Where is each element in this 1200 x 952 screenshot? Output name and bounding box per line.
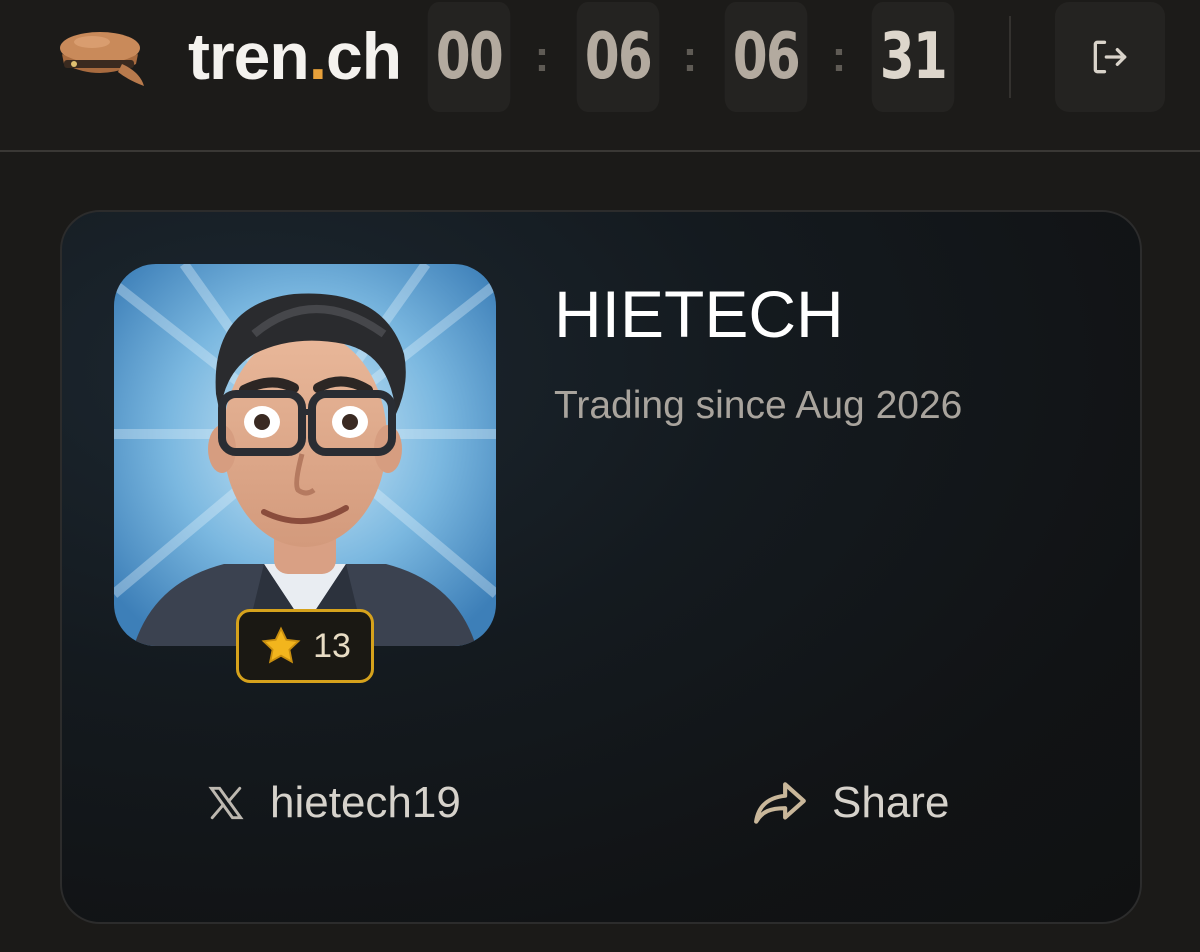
top-bar: tren.ch 00 : 06 : 06 : 31 (0, 0, 1200, 152)
x-profile-link[interactable]: hietech19 (204, 768, 461, 838)
logout-icon (1093, 40, 1127, 74)
timer-seconds: 31 (871, 2, 955, 112)
star-icon (261, 626, 301, 664)
share-label: Share (832, 778, 950, 827)
avatar (114, 264, 496, 646)
brand-name[interactable]: tren.ch (188, 16, 402, 96)
profile-name: HIETECH (554, 277, 844, 351)
header-divider (1009, 16, 1011, 98)
x-logo-icon (208, 786, 244, 820)
timer-hours: 06 (576, 2, 660, 112)
profile-card: 13 HIETECH Trading since Aug 2026 hietec… (60, 210, 1142, 924)
captain-hat-icon[interactable] (52, 18, 148, 92)
x-handle: hietech19 (270, 778, 461, 827)
level-badge: 13 (236, 609, 374, 683)
timer-separator: : (831, 32, 847, 81)
timer-separator: : (534, 32, 550, 81)
timer-separator: : (682, 32, 698, 81)
share-button[interactable]: Share (752, 768, 949, 838)
timer-minutes: 06 (724, 2, 808, 112)
trading-since: Trading since Aug 2026 (554, 384, 963, 427)
logout-button[interactable] (1055, 2, 1165, 112)
badge-count: 13 (313, 626, 351, 665)
share-arrow-icon (754, 782, 806, 824)
timer-days: 00 (427, 2, 511, 112)
